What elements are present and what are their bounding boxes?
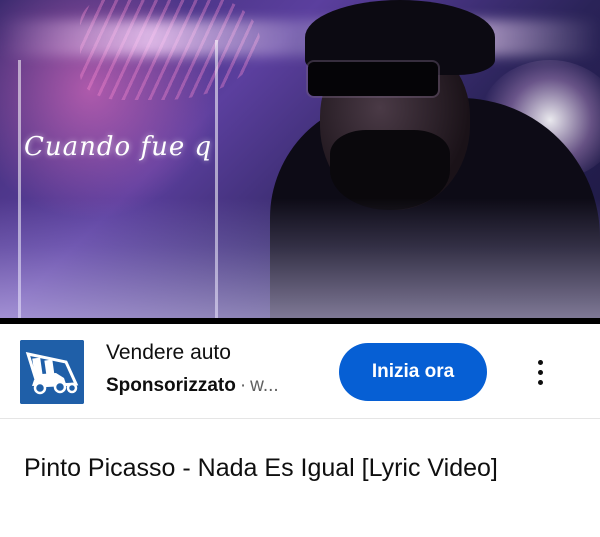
video-backdrop-haze [0,198,600,318]
ad-domain[interactable]: w... [250,375,279,396]
divider [0,418,600,419]
ad-title[interactable]: Vendere auto [106,341,231,365]
ad-banner[interactable]: Vendere auto Sponsorizzato · w... Inizia o… [0,324,600,418]
more-vert-icon[interactable] [520,350,560,394]
lyric-overlay-text: Cuando fue q [24,132,213,162]
app-frame: Cuando fue q Vendere auto Sponsorizzato ·… [0,0,600,537]
car-tow-truck-icon[interactable] [20,340,84,404]
ad-subtitle: Sponsorizzato · w... [106,375,279,397]
cta-button[interactable]: Inizia ora [339,343,487,401]
sponsored-label: Sponsorizzato [106,375,236,396]
separator-dot: · [239,375,247,396]
video-player[interactable]: Cuando fue q [0,0,600,318]
video-title[interactable]: Pinto Picasso - Nada Es Igual [Lyric Vid… [24,450,564,486]
